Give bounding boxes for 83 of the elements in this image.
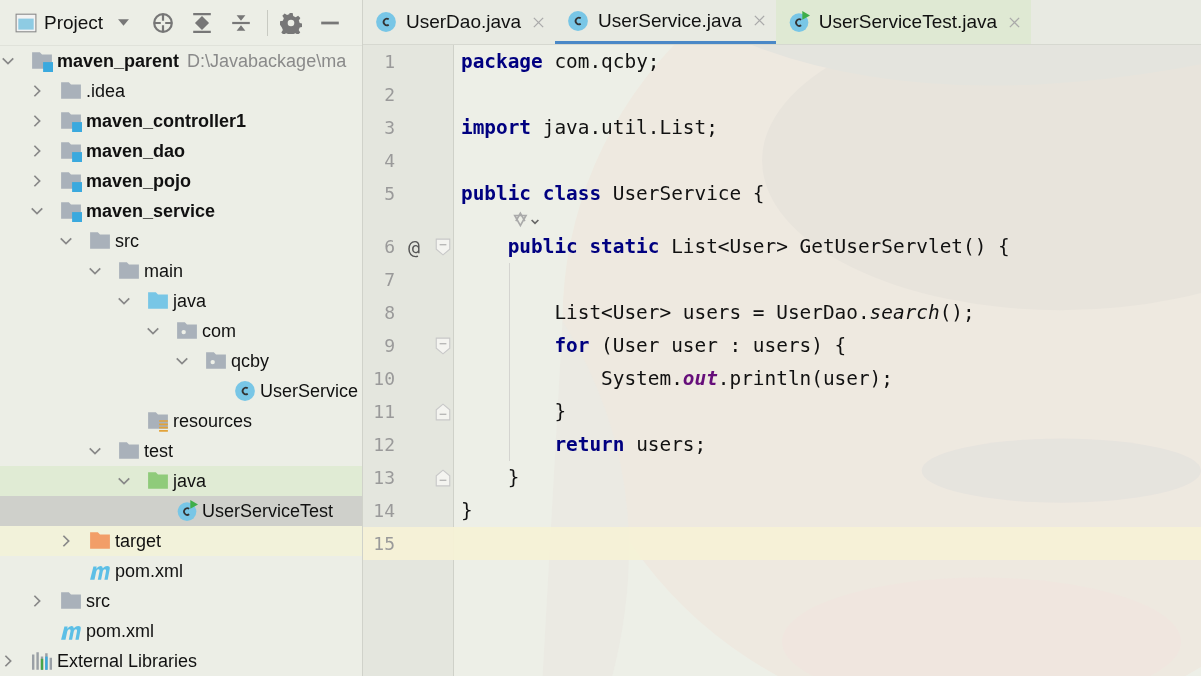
- tree-item[interactable]: pom.xml: [0, 616, 362, 646]
- line-number: 5: [383, 183, 395, 204]
- tree-item[interactable]: com: [0, 316, 362, 346]
- line-number: 2: [383, 84, 395, 105]
- code-line: }: [461, 498, 473, 524]
- folder-icon: [89, 530, 111, 552]
- libraries-icon: [31, 650, 53, 672]
- tree-item[interactable]: src: [0, 226, 362, 256]
- code-line: for (User user : users) {: [461, 329, 847, 362]
- folder-icon: [60, 590, 82, 612]
- class-icon: [375, 11, 397, 33]
- package-icon: [205, 350, 227, 372]
- tree-item[interactable]: UserService: [0, 376, 362, 406]
- module-icon: [60, 170, 82, 192]
- class-icon: [567, 9, 590, 32]
- line-number: 9: [383, 335, 395, 356]
- tree-item[interactable]: maven_parent D:\Javabackage\ma: [0, 46, 362, 76]
- package-icon: [176, 320, 198, 342]
- code-line: public class UserService {: [461, 181, 765, 207]
- code-line: }: [506, 465, 520, 491]
- editor-tab[interactable]: UserServiceTest.java: [775, 0, 1032, 44]
- tree-item[interactable]: main: [0, 256, 362, 286]
- code-line: return users;: [461, 428, 707, 461]
- editor-tab[interactable]: UserDao.java: [363, 0, 556, 44]
- tree-item[interactable]: resources: [0, 406, 362, 436]
- folder-icon: [118, 440, 140, 462]
- line-number: 3: [383, 117, 395, 138]
- resources-folder-icon: [147, 410, 169, 432]
- test-class-icon: [787, 11, 810, 33]
- line-number: 4: [383, 150, 395, 171]
- module-icon: [60, 140, 82, 162]
- tree-item[interactable]: maven_controller1: [0, 106, 362, 136]
- code-line: import java.util.List;: [461, 115, 718, 141]
- settings-icon[interactable]: [280, 11, 303, 34]
- code-line: System.out.println(user);: [461, 362, 893, 395]
- tree-item[interactable]: test: [0, 436, 362, 466]
- test-class-icon: [176, 500, 198, 522]
- tree-item[interactable]: External Libraries: [0, 646, 362, 676]
- module-icon: [60, 200, 82, 222]
- tree-item[interactable]: src: [0, 586, 362, 616]
- tree-item[interactable]: maven_service: [0, 196, 362, 226]
- line-number: 13: [372, 467, 395, 488]
- line-number: 7: [383, 269, 395, 290]
- line-number: 6: [383, 236, 395, 257]
- tree-item[interactable]: .idea: [0, 76, 362, 106]
- locate-icon[interactable]: [152, 11, 175, 34]
- line-number: 8: [383, 302, 395, 323]
- folder-icon: [89, 230, 111, 252]
- line-number: 15: [372, 533, 395, 554]
- folder-icon: [147, 470, 169, 492]
- code-line: package com.qcby;: [461, 49, 660, 75]
- line-number: 1: [383, 51, 395, 72]
- class-icon: [234, 380, 256, 402]
- line-number: 10: [372, 368, 395, 389]
- module-icon: [60, 110, 82, 132]
- editor-tab[interactable]: UserService.java: [555, 0, 776, 44]
- line-number: 11: [372, 401, 395, 422]
- path-hint: D:\Javabackage\ma: [187, 50, 347, 72]
- close-icon: [752, 14, 766, 27]
- override-marker[interactable]: @: [407, 234, 420, 259]
- folder-icon: [147, 290, 169, 312]
- tree-item[interactable]: target: [0, 526, 362, 556]
- close-icon: [532, 15, 546, 29]
- panel-title: Project: [44, 11, 104, 34]
- folder-icon: [60, 80, 82, 102]
- tree-item[interactable]: qcby: [0, 346, 362, 376]
- close-icon: [1008, 15, 1022, 29]
- line-number: 12: [372, 434, 395, 455]
- module-icon: [31, 50, 53, 72]
- tree-item[interactable]: java: [0, 286, 362, 316]
- code-line: }: [461, 395, 567, 428]
- tree-item[interactable]: pom.xml: [0, 556, 362, 586]
- tree-item[interactable]: UserServiceTest: [0, 496, 362, 526]
- dropdown-icon[interactable]: [117, 18, 131, 27]
- folder-icon: [118, 260, 140, 282]
- window-icon: [14, 11, 38, 34]
- code-line: List<User> users = UserDao.search();: [461, 296, 975, 329]
- tree-item[interactable]: maven_pojo: [0, 166, 362, 196]
- expand-all-icon[interactable]: [191, 11, 214, 34]
- tree-item[interactable]: java: [0, 466, 362, 496]
- tree-item[interactable]: maven_dao: [0, 136, 362, 166]
- code-line: public static List<User> GetUserServlet() {: [506, 234, 1010, 260]
- line-number: 14: [372, 500, 395, 521]
